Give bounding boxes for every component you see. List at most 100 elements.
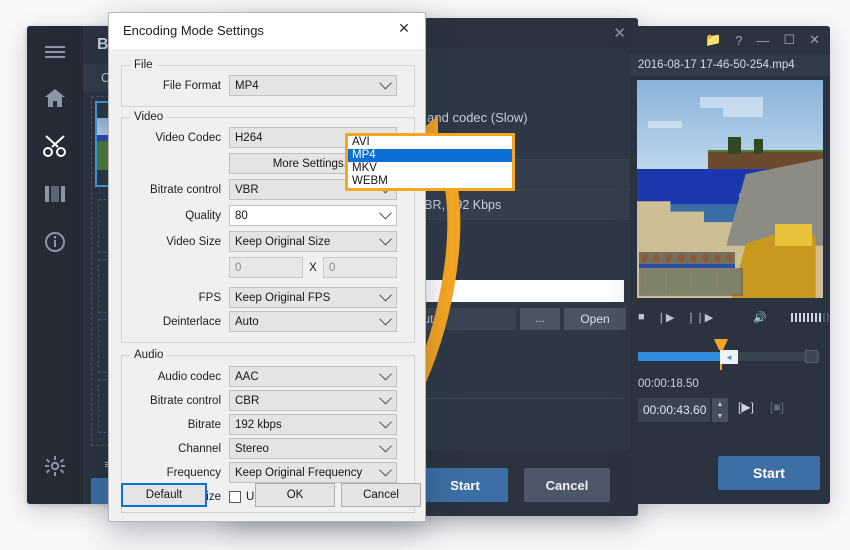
file-format-select[interactable]: MP4 <box>229 75 397 96</box>
audio-group-legend: Audio <box>134 349 164 361</box>
volume-icon[interactable]: 🔊 <box>753 311 767 324</box>
video-bitrate-control-label: Bitrate control <box>150 183 221 196</box>
video-size-row: Video Size Keep Original Size <box>125 231 397 252</box>
menu-icon[interactable] <box>27 32 83 72</box>
quality-select[interactable]: 80 <box>229 205 397 226</box>
default-button[interactable]: Default <box>121 483 207 507</box>
bitrate-label: Bitrate <box>187 418 221 431</box>
channel-value: Stereo <box>235 442 269 455</box>
encoding-mode-settings-dialog: Encoding Mode Settings ✕ File File Forma… <box>108 12 515 522</box>
cancel-button[interactable]: Cancel <box>341 483 421 507</box>
close-icon[interactable]: ✕ <box>613 24 626 42</box>
audio-codec-select[interactable]: AAC <box>229 366 397 387</box>
bitrate-select[interactable]: 192 kbps <box>229 414 397 435</box>
channel-label: Channel <box>178 442 221 455</box>
fps-value: Keep Original FPS <box>235 291 331 304</box>
volume-meter[interactable] <box>790 312 830 322</box>
audio-codec-row: Audio codec AAC <box>125 366 397 387</box>
chevron-down-icon <box>379 391 392 405</box>
main-sidebar <box>27 26 83 504</box>
dropdown-option-avi[interactable]: AVI <box>348 136 512 149</box>
step-end-icon[interactable]: ❘❘▶ <box>686 311 713 324</box>
chevron-down-icon <box>379 415 392 429</box>
video-width-input[interactable]: 0 <box>229 257 303 278</box>
settings-footer: Default OK Cancel <box>109 475 425 521</box>
encoding-start-button[interactable]: Start <box>422 468 508 502</box>
file-format-row: File Format MP4 <box>125 75 397 96</box>
video-size-value: Keep Original Size <box>235 235 331 248</box>
preview-time-label: 00:00:18.50 <box>638 378 699 390</box>
deinterlace-label: Deinterlace <box>162 315 221 328</box>
bitrate-row: Bitrate 192 kbps <box>125 414 397 435</box>
play-selection-icon[interactable]: [▶] <box>738 400 754 414</box>
seek-left-handle[interactable]: ◂ <box>720 350 738 364</box>
quality-row: Quality 80 <box>125 205 397 226</box>
ok-button[interactable]: OK <box>255 483 335 507</box>
video-bitrate-control-value: VBR <box>235 183 259 196</box>
video-group-legend: Video <box>134 111 164 123</box>
minimize-icon[interactable]: — <box>756 33 769 48</box>
chevron-down-icon <box>379 439 392 453</box>
game-hotbar <box>639 252 735 264</box>
chevron-down-icon <box>379 232 392 246</box>
maximize-icon[interactable]: ☐ <box>783 32 795 48</box>
playback-controls: ■ ❘▶ ❘❘▶ 🔊 <box>630 304 830 330</box>
file-format-value: MP4 <box>235 79 259 92</box>
video-size-select[interactable]: Keep Original Size <box>229 231 397 252</box>
audio-bitrate-control-select[interactable]: CBR <box>229 390 397 411</box>
dropdown-option-mkv[interactable]: MKV <box>348 162 512 175</box>
audio-codec-label: Audio codec <box>157 370 221 383</box>
browse-button[interactable]: ... <box>520 308 560 330</box>
scissors-icon[interactable] <box>27 126 83 166</box>
chevron-down-icon <box>379 206 392 220</box>
fps-row: FPS Keep Original FPS <box>125 287 397 308</box>
gear-icon[interactable] <box>27 446 83 486</box>
screenshot-stage: BANDICUT Cutting 1 ▶ ≡ 🗋 <box>0 0 850 550</box>
film-icon[interactable] <box>27 174 83 214</box>
fps-label: FPS <box>198 291 221 304</box>
audio-bitrate-control-label: Bitrate control <box>150 394 221 407</box>
quality-label: Quality <box>185 209 221 222</box>
audio-codec-value: AAC <box>235 370 259 383</box>
audio-bitrate-control-value: CBR <box>235 394 260 407</box>
preview-window: 📁 ? — ☐ ✕ 2016-08-17 17-46-50-254.mp4 ■ … <box>630 26 830 504</box>
file-format-label: File Format <box>162 79 221 92</box>
preview-time-input[interactable]: 00:00:43.60 <box>638 398 710 422</box>
stop-icon[interactable]: ■ <box>638 311 645 323</box>
home-icon[interactable] <box>27 78 83 118</box>
settings-titlebar: Encoding Mode Settings ✕ <box>109 13 425 49</box>
chevron-down-icon <box>379 288 392 302</box>
close-icon[interactable]: ✕ <box>809 32 820 48</box>
video-codec-value: H264 <box>235 131 263 144</box>
preview-start-button[interactable]: Start <box>718 456 820 490</box>
stop-selection-icon[interactable]: [■] <box>770 400 784 414</box>
step-start-icon[interactable]: ❘▶ <box>657 311 675 324</box>
channel-row: Channel Stereo <box>125 438 397 459</box>
seek-bar-area[interactable]: ◂ <box>630 338 830 372</box>
file-group-legend: File <box>134 59 153 71</box>
page-title: Encoding Mode Settings <box>123 23 264 38</box>
audio-bitrate-control-row: Bitrate control CBR <box>125 390 397 411</box>
video-height-input[interactable]: 0 <box>323 257 397 278</box>
chevron-down-icon <box>379 312 392 326</box>
encoding-cancel-button[interactable]: Cancel <box>524 468 610 502</box>
fps-select[interactable]: Keep Original FPS <box>229 287 397 308</box>
game-inventory <box>639 268 743 296</box>
chevron-down-icon <box>379 367 392 381</box>
video-preview[interactable] <box>637 80 823 298</box>
file-format-dropdown-list[interactable]: AVI MP4 MKV WEBM <box>345 133 515 191</box>
channel-select[interactable]: Stereo <box>229 438 397 459</box>
close-icon[interactable]: ✕ <box>383 13 425 43</box>
video-dimensions-row: 0 X 0 <box>229 257 397 278</box>
seek-end-handle[interactable] <box>805 350 818 363</box>
chevron-down-icon <box>379 76 392 90</box>
time-stepper[interactable]: ▲ ▼ <box>712 398 728 422</box>
folder-icon[interactable]: 📁 <box>705 32 721 48</box>
dropdown-option-mp4[interactable]: MP4 <box>348 149 512 162</box>
open-folder-button[interactable]: Open <box>564 308 626 330</box>
help-icon[interactable]: ? <box>735 33 742 48</box>
dropdown-option-webm[interactable]: WEBM <box>348 175 512 188</box>
dimension-separator: X <box>309 261 317 274</box>
deinterlace-select[interactable]: Auto <box>229 311 397 332</box>
info-icon[interactable] <box>27 222 83 262</box>
